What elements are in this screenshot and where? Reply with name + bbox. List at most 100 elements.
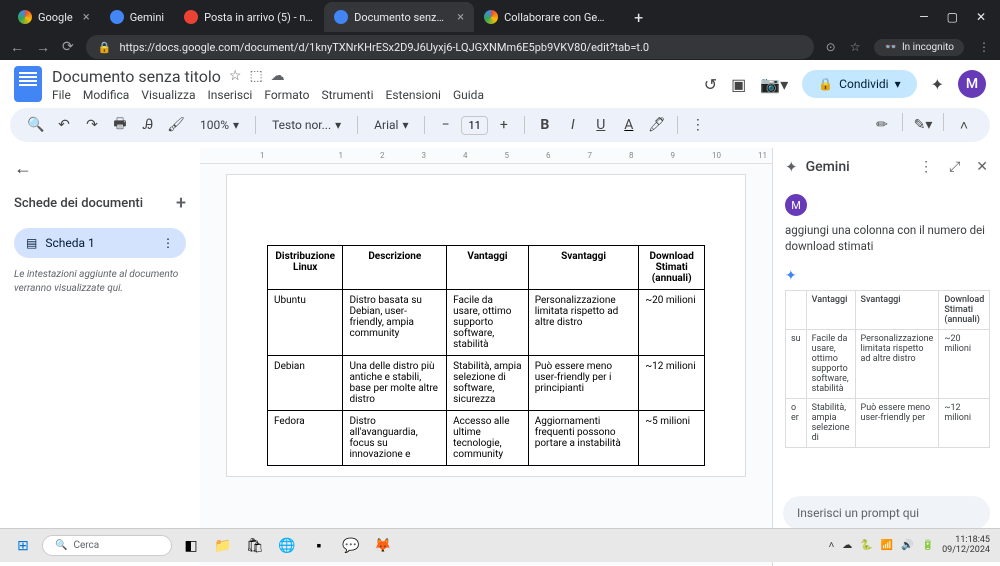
- tab-menu-icon[interactable]: ⋮: [162, 236, 174, 250]
- comments-icon[interactable]: ▣: [731, 75, 746, 94]
- document-table[interactable]: Distribuzione Linux Descrizione Vantaggi…: [267, 245, 705, 466]
- gemini-star-icon[interactable]: ✦: [931, 75, 944, 94]
- forward-icon[interactable]: →: [36, 39, 50, 56]
- gemini-menu-icon[interactable]: ⋮: [919, 159, 933, 175]
- clock[interactable]: 11:18:4509/12/2024: [942, 536, 990, 556]
- share-button[interactable]: 🔒Condividi▾: [802, 70, 916, 98]
- menu-format[interactable]: Formato: [264, 88, 309, 102]
- browser-tab[interactable]: Collaborare con Gemini in Doc: [474, 2, 624, 32]
- avatar[interactable]: M: [958, 70, 986, 98]
- menu-icon[interactable]: ⋮: [978, 40, 990, 54]
- menu-help[interactable]: Guida: [453, 88, 484, 102]
- collapse-icon[interactable]: ˄: [952, 113, 976, 137]
- doc-title[interactable]: Documento senza titolo: [52, 67, 221, 86]
- gemini-toolbar-icon[interactable]: ✏: [870, 113, 894, 137]
- font-size-input[interactable]: 11: [461, 116, 487, 135]
- document-page[interactable]: Distribuzione Linux Descrizione Vantaggi…: [226, 174, 746, 477]
- task-view-icon[interactable]: ◧: [178, 533, 204, 559]
- back-arrow-icon[interactable]: ←: [14, 158, 186, 179]
- url-text: https://docs.google.com/document/d/1knyT…: [119, 41, 649, 54]
- underline-icon[interactable]: U: [589, 113, 613, 137]
- volume-icon[interactable]: 🔊: [901, 540, 913, 551]
- redo-icon[interactable]: ↷: [80, 113, 104, 137]
- user-message: aggiungi una colonna con il numero dei d…: [785, 222, 988, 254]
- start-button[interactable]: ⊞: [10, 533, 36, 559]
- table-row: DebianUna delle distro più antiche e sta…: [268, 356, 705, 411]
- incognito-badge: 👓In incognito: [874, 39, 964, 56]
- chrome-icon[interactable]: 🌐: [274, 533, 300, 559]
- wifi-icon[interactable]: 📶: [881, 540, 893, 551]
- table-row: FedoraDistro all'avanguardia, focus su i…: [268, 411, 705, 466]
- gemini-response-icon: ✦: [785, 268, 988, 284]
- cloud-icon[interactable]: ☁: [271, 68, 285, 84]
- search-icon[interactable]: ⊙: [826, 40, 836, 54]
- lock-icon: 🔒: [98, 41, 112, 54]
- increase-font-icon[interactable]: +: [492, 113, 516, 137]
- menu-file[interactable]: File: [52, 88, 71, 102]
- reload-icon[interactable]: ⟳: [62, 39, 74, 55]
- decrease-font-icon[interactable]: −: [433, 113, 457, 137]
- browser-tab[interactable]: Gemini: [100, 2, 174, 32]
- toolbar: 🔍 ↶ ↷ 🖶 Ꭿ 🖌 100%▾ Testo nor...▾ Arial▾ −…: [10, 108, 990, 142]
- tray-icon[interactable]: 🐍: [860, 540, 872, 551]
- close-icon[interactable]: ×: [457, 10, 464, 25]
- taskbar: ⊞ 🔍Cerca ◧ 📁 🛍 🌐 ▪ 💬 🦊 ˄ ☁ 🐍 📶 🔊 🔋 11:18…: [0, 528, 1000, 562]
- menu-tools[interactable]: Strumenti: [321, 88, 373, 102]
- history-icon[interactable]: ↺: [704, 75, 717, 94]
- gemini-prompt-input[interactable]: Inserisci un prompt qui: [783, 496, 990, 530]
- firefox-icon[interactable]: 🦊: [370, 533, 396, 559]
- highlight-icon[interactable]: 🖊: [645, 113, 669, 137]
- tray-chevron-icon[interactable]: ˄: [828, 540, 834, 551]
- close-icon[interactable]: ✕: [976, 159, 988, 175]
- move-icon[interactable]: ⬚: [249, 68, 262, 84]
- minimize-icon[interactable]: —: [919, 10, 928, 24]
- paint-format-icon[interactable]: 🖌: [164, 113, 188, 137]
- terminal-icon[interactable]: ▪: [306, 533, 332, 559]
- search-icon[interactable]: 🔍: [24, 113, 48, 137]
- gemini-table: VantaggiSvantaggiDownload Stimati (annua…: [785, 290, 990, 448]
- docs-logo-icon[interactable]: [14, 66, 42, 102]
- back-icon[interactable]: ←: [10, 39, 24, 56]
- print-icon[interactable]: 🖶: [108, 113, 132, 137]
- menu-extensions[interactable]: Estensioni: [386, 88, 441, 102]
- store-icon[interactable]: 🛍: [242, 533, 268, 559]
- expand-icon[interactable]: ⤢: [949, 159, 960, 175]
- lock-icon: 🔒: [818, 77, 833, 91]
- outline-title: Schede dei documenti+: [14, 193, 186, 214]
- browser-tab-active[interactable]: Documento senza titolo - Doc×: [324, 2, 474, 32]
- zoom-select[interactable]: 100%▾: [192, 115, 247, 135]
- text-color-icon[interactable]: A: [617, 113, 641, 137]
- browser-tab[interactable]: Posta in arrivo (5) - nasimichele: [174, 2, 324, 32]
- menu-bar: File Modifica Visualizza Inserisci Forma…: [52, 88, 694, 102]
- spellcheck-icon[interactable]: Ꭿ: [136, 113, 160, 137]
- new-tab-button[interactable]: +: [624, 8, 653, 27]
- close-icon[interactable]: ×: [83, 10, 90, 25]
- tab-item[interactable]: ▤Scheda 1 ⋮: [14, 228, 186, 258]
- editing-mode-icon[interactable]: ✎▾: [911, 113, 935, 137]
- taskbar-search[interactable]: 🔍Cerca: [42, 535, 172, 556]
- menu-insert[interactable]: Inserisci: [207, 88, 252, 102]
- explorer-icon[interactable]: 📁: [210, 533, 236, 559]
- address-bar[interactable]: 🔒 https://docs.google.com/document/d/1kn…: [86, 35, 814, 59]
- undo-icon[interactable]: ↶: [52, 113, 76, 137]
- menu-view[interactable]: Visualizza: [141, 88, 195, 102]
- maximize-icon[interactable]: ▢: [947, 10, 958, 24]
- onedrive-icon[interactable]: ☁: [842, 540, 852, 551]
- font-select[interactable]: Arial▾: [366, 115, 416, 135]
- battery-icon[interactable]: 🔋: [922, 540, 934, 551]
- star-icon[interactable]: ☆: [229, 68, 242, 84]
- bold-icon[interactable]: B: [533, 113, 557, 137]
- more-icon[interactable]: ⋮: [686, 113, 710, 137]
- add-tab-icon[interactable]: +: [176, 193, 186, 214]
- gemini-title: Gemini: [806, 159, 903, 175]
- star-icon[interactable]: ☆: [850, 40, 861, 54]
- style-select[interactable]: Testo nor...▾: [264, 115, 349, 135]
- close-window-icon[interactable]: ✕: [976, 10, 986, 24]
- browser-tab[interactable]: Google×: [8, 2, 100, 32]
- meet-icon[interactable]: 📷▾: [760, 75, 788, 94]
- whatsapp-icon[interactable]: 💬: [338, 533, 364, 559]
- menu-edit[interactable]: Modifica: [83, 88, 129, 102]
- italic-icon[interactable]: I: [561, 113, 585, 137]
- gemini-logo-icon: ✦: [785, 158, 798, 176]
- tab-icon: ▤: [26, 236, 37, 250]
